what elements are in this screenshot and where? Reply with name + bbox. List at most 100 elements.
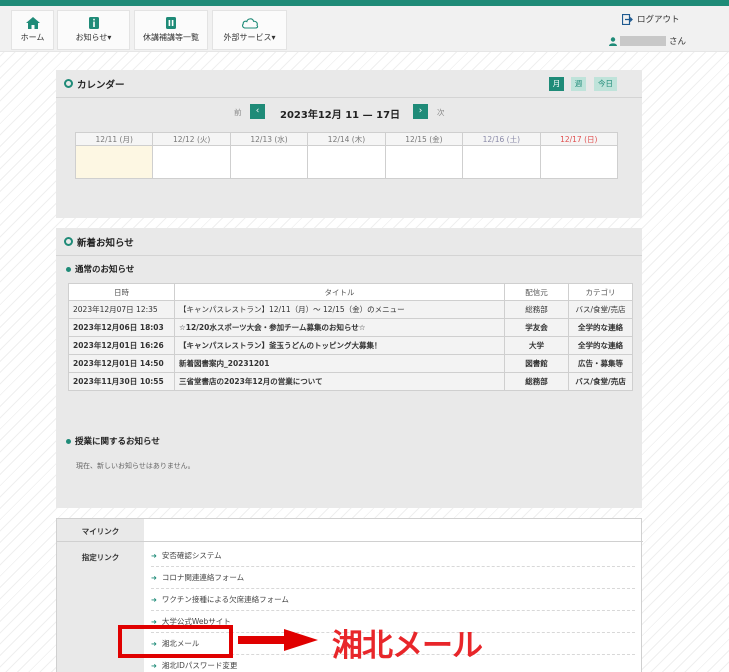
news-source: 大学	[504, 336, 569, 355]
nav-home-button[interactable]: ホーム	[11, 10, 54, 50]
news-title-link[interactable]: ☆12/20水スポーツ大会・参加チーム募集のお知らせ☆	[174, 318, 505, 337]
news-row[interactable]: 2023年12月06日 18:03 ☆12/20水スポーツ大会・参加チーム募集の…	[68, 318, 633, 337]
day-cell-today[interactable]	[74, 145, 154, 179]
nav-home-label: ホーム	[20, 33, 45, 42]
news-row[interactable]: 2023年11月30日 10:55 三省堂書店の2023年12月の営業について …	[68, 372, 633, 391]
designated-links-label: 指定リンク	[81, 553, 120, 562]
calendar-panel: カレンダー 月 週 今日 前 ‹ 2023年12月 11 — 17日 › 次 1…	[56, 70, 642, 218]
col-header-date: 日時	[68, 283, 175, 301]
day-header-mon: 12/11 (月)	[74, 132, 154, 146]
week-range: 2023年12月 11 — 17日	[280, 110, 401, 121]
arrow-right-icon: ➜	[151, 551, 157, 560]
news-panel: 新着お知らせ 通常のお知らせ 日時 タイトル 配信元 カテゴリ 2023年12月…	[56, 228, 642, 508]
next-week-label: 次	[437, 108, 445, 117]
news-panel-header: 新着お知らせ	[56, 228, 642, 256]
link-item-label: コロナ関連連絡フォーム	[161, 573, 245, 582]
arrow-right-icon: ➜	[151, 595, 157, 604]
link-item-label: 安否確認システム	[161, 551, 222, 560]
user-info: さん	[609, 35, 686, 47]
day-header-wed: 12/13 (水)	[229, 132, 309, 146]
day-cell[interactable]	[307, 145, 386, 179]
info-icon	[88, 17, 99, 29]
news-source: 総務部	[504, 300, 569, 319]
news-date: 2023年12月06日 18:03	[68, 318, 175, 337]
news-category: バス/食堂/売店	[568, 300, 633, 319]
link-item-safety-check[interactable]: ➜ 安否確認システム	[151, 545, 635, 567]
link-item-label: 湘北IDパスワード変更	[161, 661, 238, 670]
news-table: 日時 タイトル 配信元 カテゴリ 2023年12月07日 12:35 【キャンパ…	[68, 283, 633, 391]
chevron-left-icon: ‹	[255, 106, 260, 116]
calendar-week-table: 12/11 (月) 12/12 (火) 12/13 (水) 12/14 (木) …	[74, 132, 619, 179]
news-row[interactable]: 2023年12月01日 16:26 【キャンパスレストラン】釜玉うどんのトッピン…	[68, 336, 633, 355]
nav-notices-label: お知らせ▾	[75, 33, 112, 42]
redacted-user-name	[620, 36, 666, 46]
day-cell[interactable]	[539, 145, 619, 179]
news-title-link[interactable]: 【キャンパスレストラン】釜玉うどんのトッピング大募集！	[174, 336, 505, 355]
view-week-button[interactable]: 週	[571, 77, 586, 91]
calendar-day-header-row: 12/11 (月) 12/12 (火) 12/13 (水) 12/14 (木) …	[74, 132, 619, 146]
header-bar: ホーム お知らせ▾ 休講補講等一覧 外部サービス▾ ログアウト さん	[0, 6, 729, 52]
news-category: 全学的な連絡	[568, 318, 633, 337]
day-cell[interactable]	[152, 145, 231, 179]
bullet-dot-icon	[66, 438, 71, 444]
links-divider	[57, 541, 643, 542]
week-navigation: 前 ‹ 2023年12月 11 — 17日 › 次	[56, 104, 642, 121]
day-cell[interactable]	[384, 145, 464, 179]
news-title-link[interactable]: 新着図書案内_20231201	[174, 354, 505, 373]
view-month-button[interactable]: 月	[549, 77, 564, 91]
home-icon	[25, 17, 40, 29]
news-source: 学友会	[504, 318, 569, 337]
news-source: 総務部	[504, 372, 569, 391]
news-row[interactable]: 2023年12月01日 14:50 新着図書案内_20231201 図書館 広告…	[68, 354, 633, 373]
logout-label: ログアウト	[637, 15, 680, 25]
day-cell[interactable]	[229, 145, 309, 179]
news-category: バス/食堂/売店	[568, 372, 633, 391]
news-title-link[interactable]: 三省堂書店の2023年12月の営業について	[174, 372, 505, 391]
day-header-sun: 12/17 (日)	[539, 132, 619, 146]
general-notices-title: 通常のお知らせ	[75, 265, 135, 275]
calendar-title: カレンダー	[77, 79, 125, 91]
bullet-dot-icon	[66, 266, 71, 272]
class-notices-heading: 授業に関するお知らせ	[66, 435, 160, 447]
logout-link[interactable]: ログアウト	[622, 13, 680, 25]
col-header-category: カテゴリ	[568, 283, 633, 301]
nav-notices-button[interactable]: お知らせ▾	[57, 10, 130, 50]
col-header-source: 配信元	[504, 283, 569, 301]
arrow-right-icon: ➜	[151, 661, 157, 670]
news-title-link[interactable]: 【キャンパスレストラン】12/11（月）～ 12/15（金）のメニュー	[174, 300, 505, 319]
day-cell[interactable]	[462, 145, 541, 179]
general-notices-heading: 通常のお知らせ	[66, 263, 134, 275]
chevron-right-icon: ›	[418, 106, 423, 116]
day-header-tue: 12/12 (火)	[152, 132, 231, 146]
news-date: 2023年12月01日 14:50	[68, 354, 175, 373]
news-source: 図書館	[504, 354, 569, 373]
my-links-label: マイリンク	[81, 527, 120, 536]
prev-week-button[interactable]: ‹	[250, 104, 265, 119]
class-notices-title: 授業に関するお知らせ	[75, 437, 160, 447]
user-suffix: さん	[669, 37, 687, 47]
nav-external-services-button[interactable]: 外部サービス▾	[212, 10, 287, 50]
nav-cancellations-label: 休講補講等一覧	[143, 33, 199, 42]
section-ring-icon	[64, 79, 73, 88]
news-title: 新着お知らせ	[77, 237, 134, 249]
calendar-day-row	[74, 145, 619, 179]
link-item-covid-form[interactable]: ➜ コロナ関連連絡フォーム	[151, 567, 635, 589]
link-item-label: ワクチン接種による欠席連絡フォーム	[161, 595, 289, 604]
cloud-icon	[241, 18, 258, 29]
next-week-button[interactable]: ›	[413, 104, 428, 119]
user-icon	[609, 36, 617, 46]
nav-cancellations-button[interactable]: 休講補講等一覧	[134, 10, 208, 50]
news-category: 全学的な連絡	[568, 336, 633, 355]
nav-external-services-label: 外部サービス▾	[223, 33, 276, 42]
news-category: 広告・募集等	[568, 354, 633, 373]
day-header-fri: 12/15 (金)	[384, 132, 464, 146]
link-item-vaccine-absence-form[interactable]: ➜ ワクチン接種による欠席連絡フォーム	[151, 589, 635, 611]
prev-week-label: 前	[234, 108, 242, 117]
news-row[interactable]: 2023年12月07日 12:35 【キャンパスレストラン】12/11（月）～ …	[68, 300, 633, 319]
news-header-row: 日時 タイトル 配信元 カテゴリ	[68, 283, 633, 301]
view-today-button[interactable]: 今日	[594, 77, 617, 91]
section-ring-icon	[64, 237, 73, 246]
col-header-title: タイトル	[174, 283, 505, 301]
day-header-thu: 12/14 (木)	[307, 132, 386, 146]
annotation-label: 湘北メール	[332, 628, 483, 664]
